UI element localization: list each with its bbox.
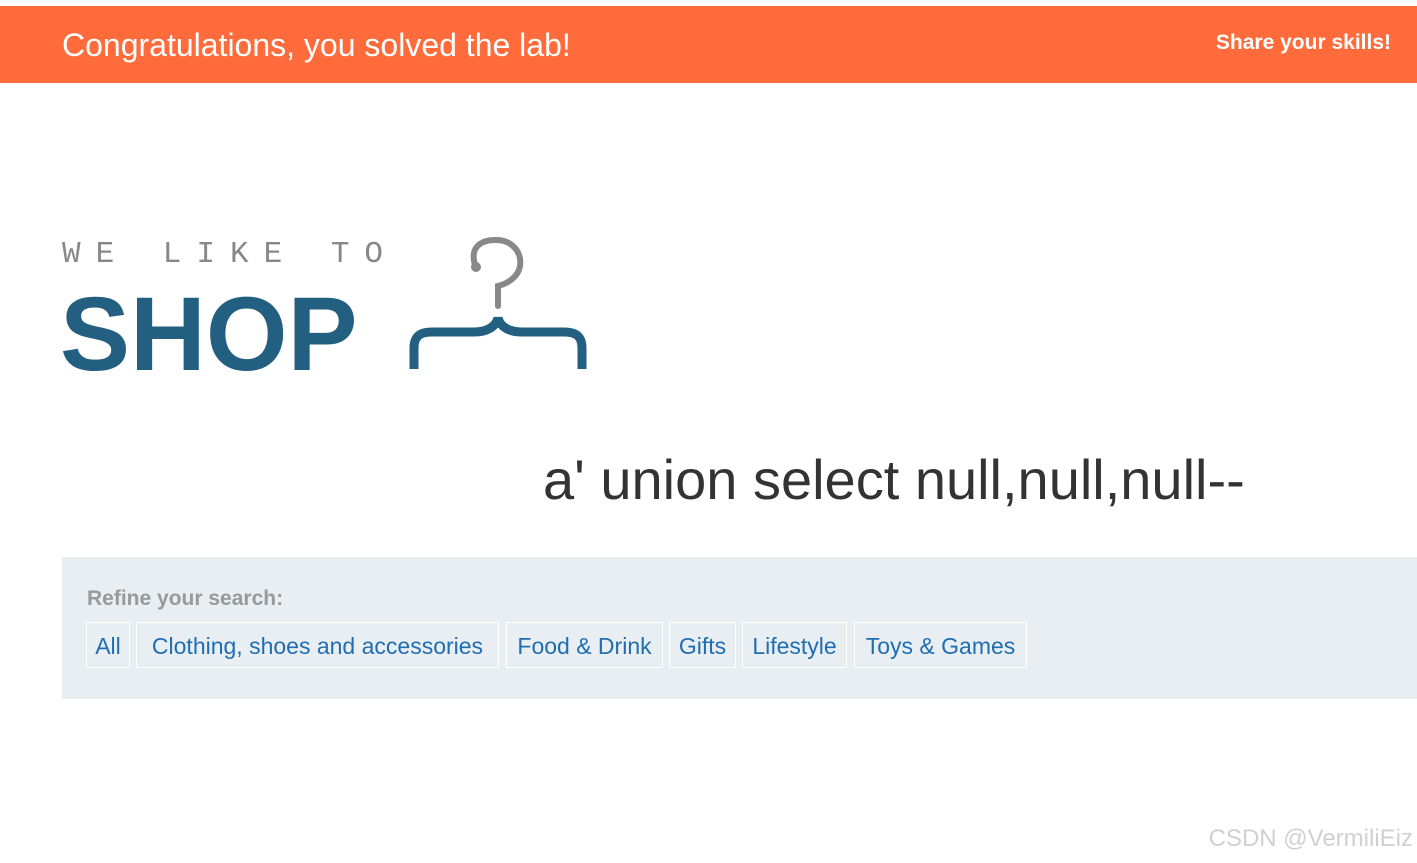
watermark: CSDN @VermiliEiz [1208,825,1413,852]
shop-logo[interactable]: WE LIKE TO SHOP [60,228,590,376]
filter-heading: Refine your search: [87,587,284,610]
banner-title: Congratulations, you solved the lab! [62,27,571,63]
hanger-icon [409,236,587,369]
filter-link-food-drink[interactable]: Food & Drink [506,622,663,668]
search-term-heading: a' union select null,null,null-- [543,448,1245,511]
share-skills-link[interactable]: Share your skills! [1216,31,1391,55]
logo-name: SHOP [60,276,358,376]
filter-link-clothing[interactable]: Clothing, shoes and accessories [136,622,499,668]
page: Congratulations, you solved the lab! Sha… [0,0,1417,863]
filter-panel: Refine your search: All Clothing, shoes … [62,557,1417,699]
filter-link-all[interactable]: All [86,622,130,668]
lab-solved-banner: Congratulations, you solved the lab! Sha… [0,6,1417,83]
filter-link-lifestyle[interactable]: Lifestyle [742,622,847,668]
filter-link-gifts[interactable]: Gifts [669,622,736,668]
filter-link-toys-games[interactable]: Toys & Games [854,622,1027,668]
logo-tagline: WE LIKE TO [62,237,398,272]
